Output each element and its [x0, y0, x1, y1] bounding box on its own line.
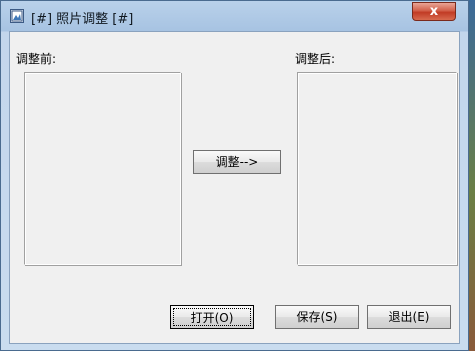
title-bar[interactable]: [#] 照片调整 [#] x — [1, 1, 468, 31]
dialog-window: [#] 照片调整 [#] x 调整前: 调整后: 调整--> 打开(O) 保存(… — [0, 0, 469, 351]
window-title: [#] 照片调整 [#] — [31, 12, 134, 27]
desktop-background — [469, 0, 475, 351]
close-button[interactable]: x — [412, 2, 456, 21]
before-label: 调整前: — [16, 52, 57, 66]
client-area: 调整前: 调整后: 调整--> 打开(O) 保存(S) 退出(E) — [9, 31, 460, 344]
after-label: 调整后: — [295, 52, 336, 66]
open-button[interactable]: 打开(O) — [170, 305, 254, 329]
app-icon — [10, 9, 24, 23]
exit-button[interactable]: 退出(E) — [367, 305, 451, 329]
before-image-panel — [24, 72, 181, 265]
after-image-panel — [297, 72, 457, 265]
save-button[interactable]: 保存(S) — [275, 305, 359, 329]
adjust-button[interactable]: 调整--> — [193, 150, 281, 174]
open-button-label: 打开(O) — [173, 308, 251, 326]
close-icon: x — [429, 4, 439, 19]
